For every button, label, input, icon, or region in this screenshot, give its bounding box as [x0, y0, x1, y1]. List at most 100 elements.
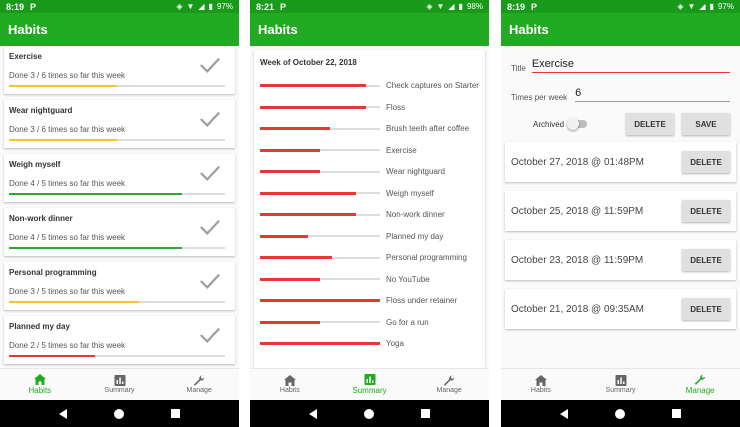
wifi-icon: ▼	[186, 2, 195, 11]
summary-row: Non-work dinner	[260, 204, 479, 226]
summary-habit-name: Yoga	[386, 339, 404, 349]
nav-item-summary[interactable]: Summary	[80, 369, 160, 400]
home-button[interactable]	[363, 408, 374, 419]
nav-item-manage[interactable]: Manage	[660, 369, 740, 400]
summary-row: Exercise	[260, 140, 479, 162]
summary-bar-fill	[260, 213, 356, 217]
entry-date: October 25, 2018 @ 11:59PM	[511, 205, 644, 217]
recent-apps-button[interactable]	[171, 409, 181, 418]
habit-progress-text: Done 4 / 5 times so far this week	[9, 179, 126, 188]
summary-bar	[260, 84, 380, 88]
status-bar: 8:21 P ◈ ▼ ◢ ▮ 98%	[250, 0, 489, 13]
summary-habit-name: Check captures on Starter	[386, 81, 479, 91]
habit-card[interactable]: Non-work dinner Done 4 / 5 times so far t…	[4, 208, 235, 256]
habit-progress-text: Done 3 / 6 times so far this week	[9, 71, 126, 80]
habit-progress-bar	[9, 247, 225, 249]
habit-card[interactable]: Exercise Done 3 / 6 times so far this wee…	[4, 46, 235, 94]
summary-habit-name: Brush teeth after coffee	[386, 124, 470, 134]
status-time: 8:19	[6, 1, 25, 12]
summary-bar	[260, 191, 380, 195]
back-button[interactable]	[58, 408, 67, 419]
check-icon[interactable]	[199, 164, 221, 182]
save-button[interactable]: SAVE	[682, 113, 730, 135]
notification-badge: P	[280, 1, 287, 12]
nav-item-label: Manage	[186, 387, 212, 394]
home-button[interactable]	[113, 408, 124, 419]
summary-habit-name: No YouTube	[386, 274, 430, 284]
habit-progress-bar	[9, 355, 225, 357]
archived-label: Archived	[533, 119, 565, 129]
delete-entry-button[interactable]: DELETE	[682, 298, 730, 320]
app-bar-title: Habits	[501, 13, 740, 46]
habits-screen: 8:19 P ◈ ▼ ◢ ▮ 97% Habits Exercise Done 3…	[0, 0, 239, 427]
check-icon[interactable]	[199, 326, 221, 344]
delete-entry-button[interactable]: DELETE	[682, 151, 730, 173]
summary-row: Floss	[260, 97, 479, 119]
delete-entry-button[interactable]: DELETE	[682, 200, 730, 222]
habit-progress-text: Done 3 / 6 times so far this week	[9, 125, 126, 134]
entry-card: October 27, 2018 @ 01:48PM DELETE	[505, 142, 736, 182]
summary-habit-name: Personal programming	[386, 253, 467, 263]
summary-row: Planned my day	[260, 226, 479, 248]
title-input[interactable]	[531, 58, 730, 73]
home-button[interactable]	[614, 408, 625, 419]
nav-item-label: Habits	[28, 386, 52, 395]
bottom-navigation: Habits Summary Manage	[0, 368, 239, 400]
nav-item-summary[interactable]: Summary	[330, 369, 410, 400]
nav-item-habits[interactable]: Habits	[250, 369, 330, 400]
summary-row: Brush teeth after coffee	[260, 118, 479, 140]
summary-screen: 8:21 P ◈ ▼ ◢ ▮ 98% Habits Week of Octobe…	[250, 0, 489, 427]
status-time: 8:21	[256, 1, 275, 12]
nav-item-manage[interactable]: Manage	[159, 369, 239, 400]
recent-apps-button[interactable]	[421, 409, 431, 418]
check-icon[interactable]	[199, 272, 221, 290]
summary-bar-fill	[260, 320, 320, 324]
nav-item-manage[interactable]: Manage	[409, 369, 489, 400]
check-icon[interactable]	[199, 110, 221, 128]
summary-row: Weigh myself	[260, 183, 479, 205]
nav-item-label: Habits	[530, 387, 551, 394]
status-bar: 8:19 P ◈ ▼ ◢ ▮ 97%	[501, 0, 740, 13]
battery-icon: ▮	[208, 2, 213, 11]
battery-percent: 98%	[466, 2, 483, 11]
nav-item-habits[interactable]: Habits	[0, 369, 80, 400]
title-row: Title	[501, 58, 740, 73]
summary-bar-fill	[260, 170, 320, 174]
nav-item-label: Summary	[352, 386, 387, 395]
summary-row: Check captures on Starter	[260, 75, 479, 97]
switch-knob	[567, 118, 580, 130]
status-bar: 8:19 P ◈ ▼ ◢ ▮ 97%	[0, 0, 239, 13]
times-per-week-label: Times per week	[511, 93, 568, 102]
back-button[interactable]	[559, 408, 568, 419]
archived-switch[interactable]	[567, 118, 588, 130]
bottom-navigation: Habits Summary Manage	[250, 368, 489, 400]
habit-card[interactable]: Weigh myself Done 4 / 5 times so far this…	[4, 154, 235, 202]
times-per-week-input[interactable]	[575, 87, 730, 102]
system-navigation	[250, 400, 489, 427]
back-button[interactable]	[308, 408, 317, 419]
habit-card[interactable]: Planned my day Done 2 / 5 times so far th…	[4, 316, 235, 364]
bar-chart-icon	[615, 375, 627, 387]
summary-bar-fill	[260, 148, 320, 152]
summary-bar	[260, 342, 380, 346]
delete-habit-button[interactable]: DELETE	[626, 113, 674, 135]
nav-item-habits[interactable]: Habits	[501, 369, 581, 400]
delete-entry-button[interactable]: DELETE	[682, 249, 730, 271]
nav-item-summary[interactable]: Summary	[581, 369, 661, 400]
summary-row: Wear nightguard	[260, 161, 479, 183]
entry-card: October 25, 2018 @ 11:59PM DELETE	[505, 191, 736, 231]
check-icon[interactable]	[199, 218, 221, 236]
habit-card[interactable]: Wear nightguard Done 3 / 6 times so far t…	[4, 100, 235, 148]
check-icon[interactable]	[199, 56, 221, 74]
summary-bar	[260, 105, 380, 109]
bar-chart-icon	[364, 374, 376, 386]
recent-apps-button[interactable]	[672, 409, 682, 418]
summary-bar-fill	[260, 84, 366, 88]
habit-card[interactable]: Personal programming Done 3 / 5 times so …	[4, 262, 235, 310]
summary-bar-fill	[260, 105, 366, 109]
summary-bar	[260, 277, 380, 281]
summary-habit-name: Wear nightguard	[386, 167, 445, 177]
entry-list: October 27, 2018 @ 01:48PM DELETE October …	[501, 142, 740, 329]
home-icon	[534, 375, 547, 387]
summary-bar	[260, 234, 380, 238]
